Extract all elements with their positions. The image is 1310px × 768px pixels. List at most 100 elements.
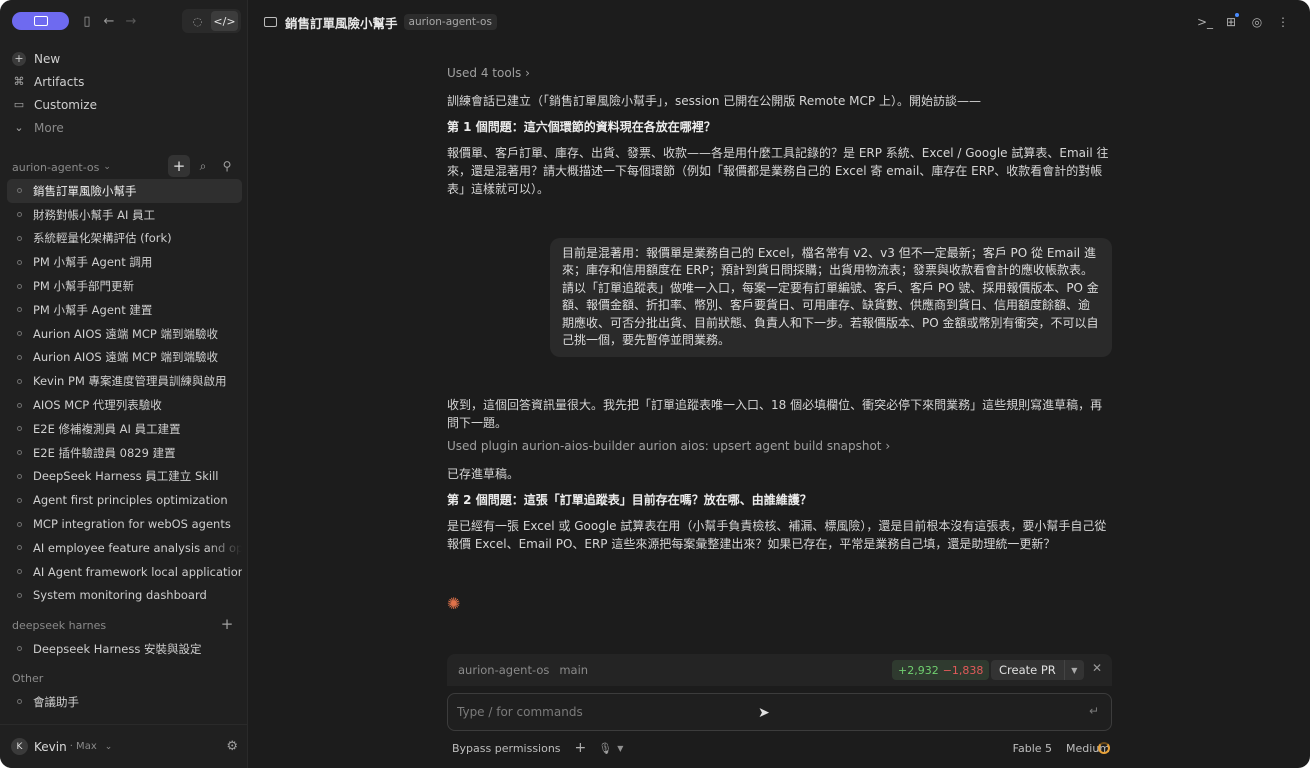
chevron-down-icon[interactable]: ▼ (617, 744, 623, 753)
new-chat-button[interactable]: + New (8, 47, 242, 70)
status-dot-icon (17, 426, 22, 432)
plus-icon: + (12, 51, 26, 66)
user-menu[interactable]: K Kevin · Max ⌄ ⚙ (0, 724, 248, 768)
create-pr-button[interactable]: Create PR ▼ (991, 660, 1084, 680)
settings-gear-icon[interactable]: ⚙ (226, 739, 238, 754)
message-thread: Used 4 tools › 訓練會話已建立（「銷售訂單風險小幫手」，sessi… (447, 66, 1112, 198)
conversation-item[interactable]: 銷售訂單風險小幫手 (7, 179, 242, 203)
chevron-right-icon: › (525, 66, 530, 80)
tools-used-toggle[interactable]: Used 4 tools › (447, 66, 1112, 84)
model-selector[interactable]: Fable 5 (1013, 742, 1052, 755)
plugin-used-toggle[interactable]: Used plugin aurion-aios-builder aurion a… (447, 439, 1112, 457)
conversation-item[interactable]: DeepSeek Harness 員工建立 Skill (7, 465, 242, 489)
briefcase-icon: ▭ (13, 98, 25, 111)
terminal-icon[interactable]: >_ (1192, 12, 1218, 32)
conversation-item[interactable]: Kevin PM 專案進度管理員訓練與啟用 (7, 369, 242, 393)
attach-plus-icon[interactable]: + (575, 740, 587, 756)
chevron-right-icon: › (885, 439, 891, 453)
conversation-title: PM 小幫手 Agent 調用 (33, 255, 153, 270)
nav-label: Customize (34, 97, 97, 112)
forward-arrow-icon[interactable]: → (121, 11, 141, 31)
status-dot-icon (17, 212, 22, 218)
conversation-item[interactable]: Deepseek Harness 安裝與設定 (7, 637, 242, 661)
thinking-spark-icon: ✺ (447, 594, 461, 613)
code-mode-button[interactable]: </> (211, 11, 238, 31)
conversation-item[interactable]: PM 小幫手 Agent 調用 (7, 250, 242, 274)
question-title: 第 2 個問題：這張「訂單追蹤表」目前存在嗎？放在哪、由誰維護？ (447, 493, 812, 507)
status-dot-icon (17, 378, 22, 384)
nav-label: New (34, 51, 61, 66)
conversation-item[interactable]: 系統輕量化架構評估 (fork) (7, 227, 242, 251)
conversation-item[interactable]: 會議助手 (7, 690, 242, 714)
conversation-title: 會議助手 (33, 694, 79, 709)
conversation-title[interactable]: 銷售訂單風險小幫手 (285, 13, 398, 32)
conversation-item[interactable]: System monitoring dashboard (7, 584, 242, 608)
customize-link[interactable]: ▭ Customize (8, 93, 242, 116)
conversation-item[interactable]: Agent first principles optimization (7, 488, 242, 512)
diff-stats[interactable]: +2,932 −1,838 (892, 660, 990, 680)
plugin-used-label: Used plugin aurion-aios-builder aurion a… (447, 439, 882, 453)
create-pr-label: Create PR (999, 663, 1056, 677)
user-plan: · Max (69, 741, 97, 752)
conversation-title: Agent first principles optimization (33, 493, 228, 508)
permissions-mode-button[interactable]: Bypass permissions (452, 742, 561, 755)
search-icon[interactable]: ⌕ (192, 155, 214, 177)
deepseek-section-tools: + (214, 613, 238, 635)
project-section-tools: + ⌕ ⚲ (166, 155, 238, 177)
conversation-item[interactable]: AI employee feature analysis and optimiz… (7, 536, 242, 560)
nav-label: Artifacts (34, 74, 85, 89)
message-input[interactable] (457, 705, 1017, 719)
chat-mode-button[interactable]: ◌ (184, 11, 211, 31)
conversation-item[interactable]: E2E 插件驗證員 0829 建置 (7, 441, 242, 465)
conversation-item[interactable]: PM 小幫手 Agent 建置 (7, 298, 242, 322)
other-section-header[interactable]: Other (12, 669, 244, 687)
status-dot-icon (17, 473, 22, 479)
composer-footer-right: Fable 5 Medium (1013, 739, 1110, 757)
assistant-message: 已存進草稿。 (447, 467, 520, 481)
globe-icon[interactable]: ◎ (1244, 12, 1270, 32)
branch-name[interactable]: main (559, 663, 588, 677)
workspace-switcher[interactable] (12, 12, 69, 30)
plus-icon[interactable]: + (216, 613, 238, 635)
assistant-message: 報價單、客戶訂單、庫存、出貨、發票、收款——各是用什麼工具記錄的？是 ERP 系… (447, 146, 1109, 196)
chevron-down-icon: ⌄ (104, 741, 113, 752)
chevron-down-icon: ⌄ (103, 162, 111, 172)
conversation-item[interactable]: E2E 修補複測員 AI 員工建置 (7, 417, 242, 441)
additions-count: +2,932 (898, 663, 939, 677)
diff-panel-icon[interactable]: ⊞ (1218, 12, 1244, 32)
repo-name: aurion-agent-os (458, 663, 550, 677)
context-usage-ring-icon[interactable] (1098, 742, 1110, 754)
conversation-title: AIOS MCP 代理列表驗收 (33, 398, 162, 413)
project-section-header[interactable]: aurion-agent-os ⌄ + ⌕ ⚲ (12, 155, 244, 177)
conversation-item[interactable]: PM 小幫手部門更新 (7, 274, 242, 298)
laptop-icon (264, 17, 277, 27)
user-message: 目前是混著用：報價單是業務自己的 Excel，檔名常有 v2、v3 但不一定最新… (550, 238, 1112, 358)
sidebar-toggle-icon[interactable]: ▯ (77, 11, 97, 31)
conversation-item[interactable]: AIOS MCP 代理列表驗收 (7, 393, 242, 417)
new-session-button[interactable]: + (168, 155, 190, 177)
conversation-item[interactable]: MCP integration for webOS agents (7, 512, 242, 536)
conversation-title: 系統輕量化架構評估 (fork) (33, 231, 172, 246)
conversation-title: MCP integration for webOS agents (33, 517, 231, 532)
project-tag: aurion-agent-os (403, 14, 497, 30)
microphone-icon[interactable]: 🎙︎ (598, 742, 612, 755)
mouse-cursor-icon: ➤ (758, 705, 770, 721)
chevron-down-icon[interactable]: ▼ (1063, 660, 1084, 680)
conversation-header: 銷售訂單風險小幫手 aurion-agent-os (264, 12, 497, 32)
status-dot-icon (17, 699, 22, 705)
deletions-count: −1,838 (942, 663, 984, 677)
back-arrow-icon[interactable]: ← (99, 11, 119, 31)
more-button[interactable]: ⌄ More (8, 116, 242, 139)
conversation-item[interactable]: AI Agent framework local application (7, 560, 242, 584)
conversation-item[interactable]: Aurion AIOS 遠端 MCP 端到端驗收 (7, 322, 242, 346)
branch-bar: aurion-agent-os main +2,932 −1,838 Creat… (447, 654, 1112, 686)
conversation-item[interactable]: Aurion AIOS 遠端 MCP 端到端驗收 (7, 346, 242, 370)
filter-icon[interactable]: ⚲ (216, 155, 238, 177)
close-icon[interactable]: ✕ (1092, 661, 1102, 675)
conversation-title: PM 小幫手部門更新 (33, 279, 135, 294)
project-section-label: aurion-agent-os (12, 160, 100, 174)
more-options-icon[interactable]: ⋮ (1270, 12, 1296, 32)
deepseek-section-header[interactable]: deepseek harnes + (12, 613, 244, 635)
artifacts-link[interactable]: ⌘ Artifacts (8, 70, 242, 93)
conversation-item[interactable]: 財務對帳小幫手 AI 員工 (7, 203, 242, 227)
